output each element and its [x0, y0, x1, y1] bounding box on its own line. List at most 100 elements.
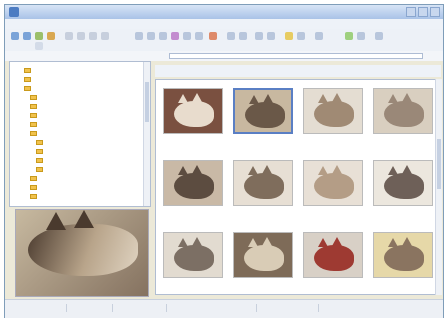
copy-icon[interactable] — [183, 32, 191, 40]
folder-icon — [36, 166, 43, 172]
tree-item[interactable] — [30, 192, 40, 200]
thumbnail-item[interactable] — [230, 154, 296, 220]
email-icon[interactable] — [239, 32, 247, 40]
thumbnail-image[interactable] — [233, 88, 293, 134]
tree-item[interactable] — [30, 183, 40, 191]
cat-ear — [332, 237, 342, 246]
tree-item[interactable] — [30, 129, 40, 137]
folder-icon — [30, 112, 37, 118]
tree-item[interactable] — [30, 111, 40, 119]
thumbnail-item[interactable] — [160, 226, 226, 292]
thumbnail-grid — [155, 79, 441, 295]
print-icon[interactable] — [227, 32, 235, 40]
address-bar — [5, 51, 443, 61]
zoom-out-icon[interactable] — [267, 32, 275, 40]
address-input[interactable] — [169, 53, 423, 59]
cat-ear — [178, 94, 188, 103]
thumbnail-image[interactable] — [303, 88, 363, 134]
thumbnail-scrollbar[interactable] — [435, 79, 442, 295]
tree-item[interactable] — [36, 165, 46, 173]
cat-figure — [314, 173, 354, 199]
properties-icon[interactable] — [297, 32, 305, 40]
slideshow-icon[interactable] — [135, 32, 143, 40]
thumbnail-item[interactable] — [300, 154, 366, 220]
thumbnail-item[interactable] — [160, 154, 226, 220]
close-button[interactable] — [430, 7, 440, 17]
cat-figure — [314, 245, 354, 271]
secondary-toolbar-icon[interactable] — [35, 42, 43, 50]
thumbnail-image[interactable] — [163, 232, 223, 278]
sort-icon[interactable] — [77, 32, 85, 40]
up-folder-icon[interactable] — [35, 32, 43, 40]
tree-scroll-thumb[interactable] — [145, 82, 149, 122]
folder-icon — [30, 94, 37, 100]
rotate-right-icon[interactable] — [159, 32, 167, 40]
delete-icon[interactable] — [209, 32, 217, 40]
tree-item[interactable] — [24, 75, 34, 83]
thumbnail-header — [155, 65, 441, 77]
favorite-icon[interactable] — [285, 32, 293, 40]
thumbnail-image[interactable] — [233, 232, 293, 278]
thumbnail-item[interactable] — [230, 82, 296, 148]
thumbnail-image[interactable] — [373, 88, 433, 134]
cat-ear — [262, 165, 272, 174]
thumbnail-image[interactable] — [373, 232, 433, 278]
thumbnail-item[interactable] — [300, 82, 366, 148]
thumbnail-image[interactable] — [303, 160, 363, 206]
thumbnail-image[interactable] — [373, 160, 433, 206]
thumbnail-item[interactable] — [160, 82, 226, 148]
cat-ear — [332, 165, 342, 174]
folder-icon — [30, 121, 37, 127]
zoom-in-icon[interactable] — [255, 32, 263, 40]
rotate-left-icon[interactable] — [147, 32, 155, 40]
thumbnail-image[interactable] — [163, 160, 223, 206]
cat-ear — [318, 238, 328, 247]
refresh-icon[interactable] — [101, 32, 109, 40]
thumbnail-image[interactable] — [163, 88, 223, 134]
folder-tree — [9, 61, 151, 207]
tree-item[interactable] — [24, 84, 34, 92]
play-icon[interactable] — [345, 32, 353, 40]
thumbnail-image[interactable] — [303, 232, 363, 278]
cat-ear — [192, 165, 202, 174]
cat-ear — [388, 166, 398, 175]
thumbnail-item[interactable] — [370, 226, 436, 292]
tree-item[interactable] — [30, 102, 40, 110]
tree-item[interactable] — [36, 156, 46, 164]
back-icon[interactable] — [11, 32, 19, 40]
folder-icon — [30, 130, 37, 136]
preview-cat-ear — [46, 212, 66, 230]
folders-icon[interactable] — [47, 32, 55, 40]
help-icon[interactable] — [375, 32, 383, 40]
tree-item[interactable] — [30, 174, 40, 182]
thumbnail-item[interactable] — [370, 82, 436, 148]
tree-item[interactable] — [30, 120, 40, 128]
app-window — [4, 4, 444, 318]
folder-icon — [24, 76, 31, 82]
view-icon[interactable] — [65, 32, 73, 40]
app-icon — [9, 7, 19, 17]
maximize-button[interactable] — [418, 7, 428, 17]
thumbnail-image[interactable] — [233, 160, 293, 206]
thumbnail-item[interactable] — [370, 154, 436, 220]
settings-icon[interactable] — [315, 32, 323, 40]
forward-icon[interactable] — [23, 32, 31, 40]
cat-ear — [402, 237, 412, 246]
tree-item[interactable] — [24, 66, 34, 74]
tree-item[interactable] — [36, 138, 46, 146]
minimize-button[interactable] — [406, 7, 416, 17]
tree-item[interactable] — [30, 93, 40, 101]
thumbnail-item[interactable] — [230, 226, 296, 292]
cat-ear — [178, 238, 188, 247]
tree-scrollbar[interactable] — [143, 62, 150, 206]
filter-icon[interactable] — [89, 32, 97, 40]
thumbnail-scroll-thumb[interactable] — [437, 139, 441, 189]
tree-item[interactable] — [36, 147, 46, 155]
cat-ear — [402, 93, 412, 102]
edit-icon[interactable] — [171, 32, 179, 40]
cat-figure — [384, 101, 424, 127]
thumbnail-item[interactable] — [300, 226, 366, 292]
cat-figure — [244, 173, 284, 199]
fullscreen-icon[interactable] — [357, 32, 365, 40]
move-icon[interactable] — [195, 32, 203, 40]
